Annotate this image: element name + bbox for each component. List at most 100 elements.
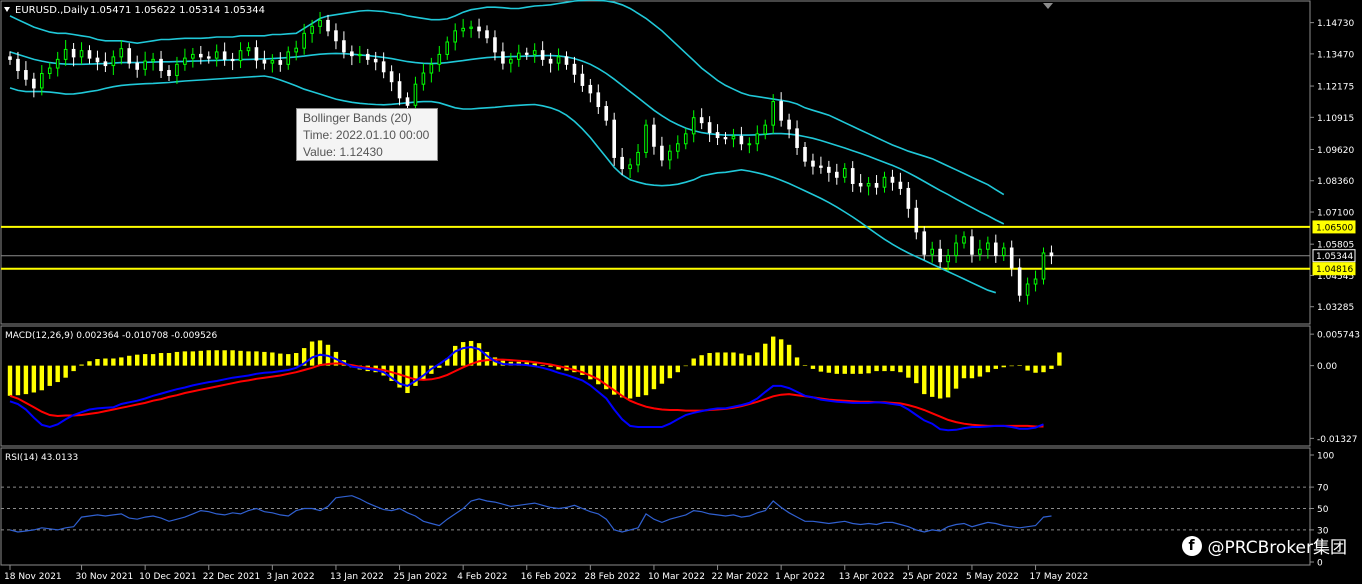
bull-candle[interactable] (214, 51, 219, 59)
dropdown-arrow-icon[interactable] (4, 7, 10, 12)
bear-candle[interactable] (739, 135, 744, 145)
bear-candle[interactable] (795, 128, 799, 148)
bear-candle[interactable] (493, 37, 497, 53)
bull-candle[interactable] (246, 47, 251, 52)
bear-candle[interactable] (906, 187, 911, 209)
bear-candle[interactable] (858, 182, 863, 187)
bear-candle[interactable] (103, 61, 108, 67)
bear-candle[interactable] (827, 166, 831, 173)
bull-candle[interactable] (930, 248, 935, 255)
bear-candle[interactable] (71, 48, 76, 58)
bull-candle[interactable] (556, 56, 561, 64)
bull-candle[interactable] (962, 236, 966, 244)
bear-candle[interactable] (548, 58, 553, 64)
bull-candle[interactable] (445, 41, 450, 55)
bull-candle[interactable] (683, 133, 688, 145)
bear-candle[interactable] (596, 92, 601, 108)
bear-candle[interactable] (811, 160, 815, 167)
bull-candle[interactable] (79, 50, 84, 58)
bull-candle[interactable] (151, 58, 155, 62)
bear-candle[interactable] (381, 61, 386, 73)
bear-candle[interactable] (167, 70, 171, 77)
bear-candle[interactable] (540, 50, 545, 60)
bear-candle[interactable] (707, 122, 712, 134)
bull-candle[interactable] (771, 101, 776, 126)
bull-candle[interactable] (1001, 247, 1006, 256)
bull-candle[interactable] (691, 117, 696, 135)
bear-candle[interactable] (652, 124, 656, 147)
rsi-line[interactable] (9, 495, 1052, 533)
bear-candle[interactable] (660, 145, 664, 161)
bear-candle[interactable] (199, 53, 203, 58)
bear-candle[interactable] (127, 48, 132, 64)
bear-candle[interactable] (32, 78, 36, 89)
bear-candle[interactable] (572, 63, 577, 75)
bull-candle[interactable] (636, 151, 640, 166)
bear-candle[interactable] (723, 137, 728, 140)
shift-marker-icon[interactable] (1043, 3, 1053, 9)
bear-candle[interactable] (389, 71, 394, 83)
bull-candle[interactable] (111, 56, 116, 67)
bear-candle[interactable] (524, 52, 529, 55)
bull-candle[interactable] (191, 53, 195, 59)
bear-candle[interactable] (342, 40, 346, 53)
bear-candle[interactable] (787, 119, 791, 130)
bull-candle[interactable] (986, 242, 990, 250)
bear-candle[interactable] (994, 242, 998, 256)
bull-candle[interactable] (676, 143, 680, 152)
bull-candle[interactable] (1041, 252, 1046, 280)
bull-candle[interactable] (1025, 283, 1030, 296)
trading-chart[interactable]: 1.14730 1.13470 1.12175 1.10915 1.09620 1.083… (0, 0, 1362, 584)
bull-candle[interactable] (668, 150, 672, 161)
bear-candle[interactable] (874, 182, 879, 188)
bear-candle[interactable] (819, 165, 823, 168)
bull-candle[interactable] (882, 176, 887, 188)
bear-candle[interactable] (612, 119, 617, 158)
bollinger-upper-line[interactable] (9, 0, 1005, 196)
macd-line[interactable] (9, 345, 1044, 432)
bear-candle[interactable] (922, 231, 927, 255)
bull-candle[interactable] (954, 242, 958, 256)
bear-candle[interactable] (334, 30, 338, 42)
bollinger-middle-line[interactable] (9, 51, 1005, 225)
bear-candle[interactable] (1009, 247, 1014, 269)
bear-candle[interactable] (254, 47, 259, 61)
bull-candle[interactable] (175, 63, 179, 77)
bull-candle[interactable] (763, 124, 768, 135)
bear-candle[interactable] (350, 51, 354, 57)
bull-candle[interactable] (318, 19, 322, 27)
bollinger-lower-line[interactable] (9, 75, 997, 294)
bear-candle[interactable] (8, 56, 12, 60)
bear-candle[interactable] (135, 62, 139, 70)
bear-candle[interactable] (835, 171, 839, 178)
bull-candle[interactable] (183, 57, 187, 65)
bear-candle[interactable] (580, 73, 585, 86)
bull-candle[interactable] (517, 52, 521, 60)
bear-candle[interactable] (24, 70, 28, 80)
bull-candle[interactable] (286, 51, 291, 65)
bull-candle[interactable] (755, 133, 760, 145)
bear-candle[interactable] (970, 236, 974, 255)
bull-candle[interactable] (532, 50, 537, 55)
bear-candle[interactable] (278, 60, 283, 65)
bear-candle[interactable] (938, 248, 942, 263)
bull-candle[interactable] (747, 143, 752, 146)
bull-candle[interactable] (978, 248, 982, 255)
bull-candle[interactable] (310, 25, 314, 34)
bear-candle[interactable] (890, 176, 895, 183)
bull-candle[interactable] (63, 48, 68, 60)
bear-candle[interactable] (564, 56, 569, 65)
bull-candle[interactable] (509, 58, 513, 64)
bear-candle[interactable] (485, 30, 489, 39)
bear-candle[interactable] (206, 56, 211, 59)
bear-candle[interactable] (95, 57, 100, 63)
bear-candle[interactable] (230, 58, 235, 62)
bear-candle[interactable] (699, 117, 704, 124)
bear-candle[interactable] (397, 81, 402, 99)
bull-candle[interactable] (842, 168, 847, 178)
bull-candle[interactable] (461, 27, 465, 32)
bear-candle[interactable] (604, 106, 609, 121)
bear-candle[interactable] (477, 26, 481, 32)
bull-candle[interactable] (238, 50, 243, 62)
bear-candle[interactable] (803, 146, 807, 162)
